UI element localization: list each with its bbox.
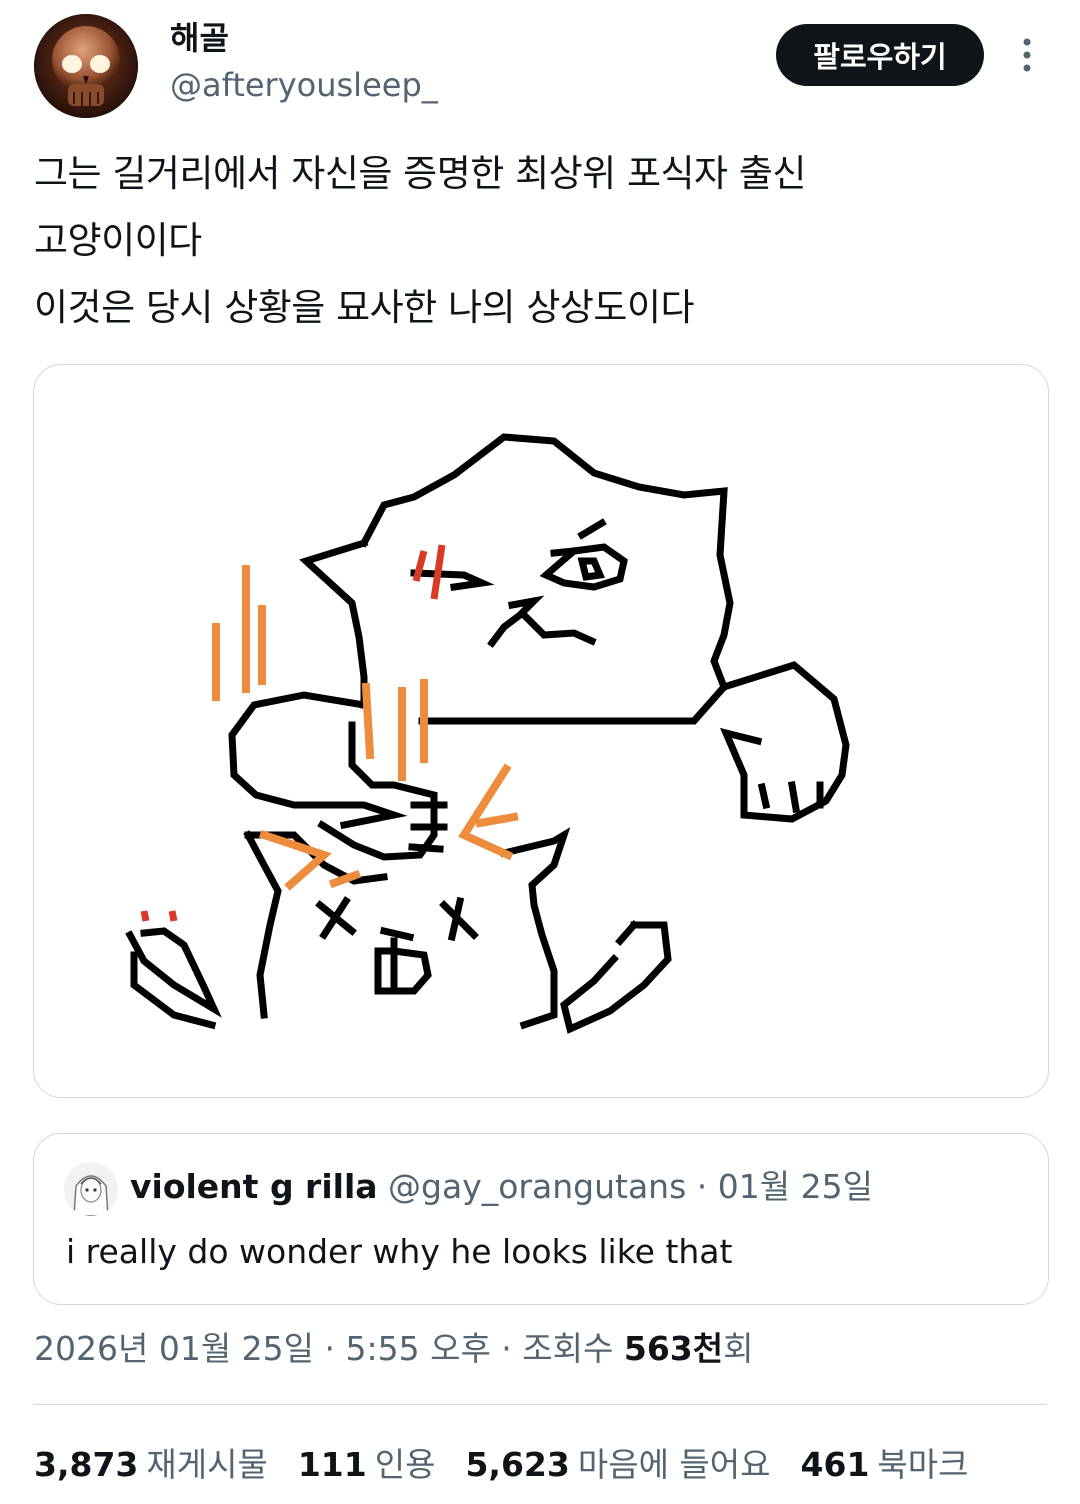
follow-button[interactable]: 팔로우하기 (776, 24, 984, 86)
stat-label: 인용 (374, 1445, 436, 1484)
stat-label: 재게시물 (146, 1445, 268, 1484)
tweet-line: 이것은 당시 상황을 묘사한 나의 상상도이다 (34, 286, 695, 329)
quote-date[interactable]: 01월 25일 (718, 1167, 873, 1206)
quoted-tweet[interactable]: violent g rilla @gay_orangutans · 01월 25… (33, 1133, 1049, 1305)
anime-avatar-icon (64, 1162, 118, 1216)
author-display-name[interactable]: 해골 (170, 18, 229, 58)
tweet-meta: 2026년 01월 25일 · 5:55 오후 · 조회수 563천회 (34, 1326, 753, 1372)
author-avatar[interactable] (34, 14, 138, 118)
stat-value: 3,873 (34, 1445, 139, 1484)
tweet-datetime[interactable]: 2026년 01월 25일 · 5:55 오후 · 조회수 (34, 1329, 613, 1368)
author-handle[interactable]: @afteryousleep_ (170, 64, 438, 106)
stat-likes[interactable]: 5,623 마음에 들어요 (465, 1442, 770, 1488)
stat-bookmarks[interactable]: 461 북마크 (801, 1442, 969, 1488)
stat-reposts[interactable]: 3,873 재게시물 (34, 1442, 268, 1488)
stat-quotes[interactable]: 111 인용 (298, 1442, 436, 1488)
views-count: 563천 (623, 1329, 724, 1368)
stat-value: 111 (297, 1445, 367, 1484)
skull-icon (34, 14, 138, 118)
views-suffix: 회 (723, 1329, 754, 1368)
tweet-text: 그는 길거리에서 자신을 증명한 최상위 포식자 출신 고양이이다 이것은 당시… (34, 140, 1044, 341)
divider (33, 1404, 1047, 1405)
engagement-stats: 3,873 재게시물 111 인용 5,623 마음에 들어요 461 북마크 (34, 1442, 969, 1488)
stat-value: 5,623 (465, 1445, 570, 1484)
quote-text: i really do wonder why he looks like tha… (66, 1232, 733, 1271)
stat-label: 북마크 (877, 1445, 969, 1484)
cat-drawing (125, 433, 850, 1034)
stat-value: 461 (800, 1445, 870, 1484)
tweet-line: 그는 길거리에서 자신을 증명한 최상위 포식자 출신 (34, 152, 806, 195)
stat-label: 마음에 들어요 (577, 1445, 771, 1484)
more-vertical-icon[interactable] (1012, 36, 1042, 76)
tweet-line: 고양이이다 (34, 219, 202, 262)
quote-header: violent g rilla @gay_orangutans · 01월 25… (130, 1164, 873, 1210)
quote-separator: · (696, 1167, 708, 1206)
quote-avatar[interactable] (64, 1162, 118, 1216)
quote-display-name[interactable]: violent g rilla (130, 1167, 378, 1206)
media-image[interactable] (33, 364, 1049, 1098)
quote-handle[interactable]: @gay_orangutans (388, 1167, 686, 1206)
